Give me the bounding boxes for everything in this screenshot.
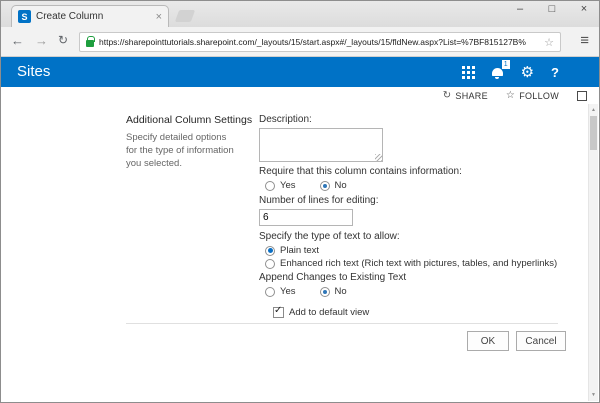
text-type-options: Plain text Enhanced rich text (Rich text… <box>265 245 571 269</box>
share-label: SHARE <box>455 91 488 101</box>
notifications-bell-icon[interactable]: 1 <box>492 66 504 78</box>
notification-badge: 1 <box>502 60 510 69</box>
header-icons: 1 ⚙ ? <box>462 57 559 87</box>
radio-selected-icon <box>320 287 330 297</box>
radio-option-plain-text[interactable]: Plain text <box>265 245 571 256</box>
radio-label: No <box>335 286 347 297</box>
window-controls: – □ × <box>513 3 591 15</box>
page-toolbar: ↻ SHARE ☆ FOLLOW <box>1 87 599 104</box>
settings-section-header: Additional Column Settings Specify detai… <box>126 114 256 170</box>
share-button[interactable]: ↻ SHARE <box>443 90 488 101</box>
url-text: https://sharepointtutorials.sharepoint.c… <box>99 37 539 47</box>
radio-option-require-yes[interactable]: Yes <box>265 180 296 191</box>
require-label: Require that this column contains inform… <box>259 166 571 178</box>
tab-close-icon[interactable]: × <box>156 11 162 23</box>
page-content: Additional Column Settings Specify detai… <box>1 104 588 402</box>
scrollbar[interactable]: ▲ ▼ <box>588 104 598 401</box>
description-textarea[interactable] <box>259 128 383 162</box>
radio-label: Enhanced rich text (Rich text with pictu… <box>280 258 557 269</box>
radio-option-append-no[interactable]: No <box>320 286 347 297</box>
radio-selected-icon <box>320 181 330 191</box>
lines-input[interactable] <box>259 209 353 226</box>
scrollbar-thumb[interactable] <box>590 116 597 150</box>
radio-icon <box>265 181 275 191</box>
browser-tab[interactable]: S Create Column × <box>11 5 169 27</box>
menu-icon[interactable]: ≡ <box>580 32 589 49</box>
browser-window: S Create Column × – □ × ← → ↻ https://sh… <box>0 0 600 403</box>
section-title: Additional Column Settings <box>126 114 256 126</box>
app-launcher-icon[interactable] <box>462 66 475 79</box>
gear-icon[interactable]: ⚙ <box>521 65 534 80</box>
section-description: Specify detailed options for the type of… <box>126 132 240 170</box>
bookmark-star-icon[interactable]: ☆ <box>544 36 554 49</box>
radio-label: Yes <box>280 180 296 191</box>
radio-icon <box>265 259 275 269</box>
back-button[interactable]: ← <box>11 33 24 48</box>
radio-selected-icon <box>265 246 275 256</box>
resize-grip-icon[interactable] <box>375 154 382 161</box>
forward-button[interactable]: → <box>35 33 48 48</box>
follow-label: FOLLOW <box>519 91 559 101</box>
sharepoint-header: Sites 1 ⚙ ? <box>1 57 599 87</box>
share-icon: ↻ <box>443 90 452 101</box>
settings-form: Description: Require that this column co… <box>259 114 571 323</box>
text-type-label: Specify the type of text to allow: <box>259 231 571 243</box>
follow-button[interactable]: ☆ FOLLOW <box>506 90 559 101</box>
new-tab-button[interactable] <box>175 10 195 22</box>
lock-icon <box>86 40 94 47</box>
focus-on-content-icon[interactable] <box>577 91 587 101</box>
checkmark-icon: ✓ <box>274 305 282 316</box>
refresh-button[interactable]: ↻ <box>58 33 68 47</box>
description-label: Description: <box>259 114 571 126</box>
radio-label: No <box>335 180 347 191</box>
site-title[interactable]: Sites <box>17 57 50 87</box>
lines-label: Number of lines for editing: <box>259 195 571 207</box>
radio-option-append-yes[interactable]: Yes <box>265 286 296 297</box>
append-options: Yes No <box>265 286 571 297</box>
bell-icon <box>492 68 503 76</box>
sharepoint-favicon-icon: S <box>18 10 31 23</box>
radio-option-enhanced-rich-text[interactable]: Enhanced rich text (Rich text with pictu… <box>265 258 571 269</box>
maximize-button[interactable]: □ <box>545 3 559 15</box>
radio-icon <box>265 287 275 297</box>
scroll-down-icon[interactable]: ▼ <box>589 392 598 398</box>
window-titlebar: S Create Column × – □ × <box>1 1 599 27</box>
help-icon[interactable]: ? <box>551 65 559 80</box>
require-options: Yes No <box>265 180 571 191</box>
minimize-button[interactable]: – <box>513 3 527 15</box>
tab-title: Create Column <box>36 11 151 22</box>
close-button[interactable]: × <box>577 3 591 15</box>
radio-label: Yes <box>280 286 296 297</box>
checkbox-label: Add to default view <box>289 307 369 318</box>
form-buttons: OK Cancel <box>467 331 566 351</box>
cancel-button[interactable]: Cancel <box>516 331 566 351</box>
radio-label: Plain text <box>280 245 319 256</box>
radio-option-require-no[interactable]: No <box>320 180 347 191</box>
scroll-up-icon[interactable]: ▲ <box>589 107 598 113</box>
address-bar[interactable]: https://sharepointtutorials.sharepoint.c… <box>79 32 561 52</box>
browser-navbar: ← → ↻ https://sharepointtutorials.sharep… <box>1 27 599 57</box>
add-to-default-view-checkbox[interactable]: ✓ Add to default view <box>273 307 369 318</box>
description-field-wrap <box>259 128 383 162</box>
ok-button[interactable]: OK <box>467 331 509 351</box>
checkbox-icon: ✓ <box>273 307 284 318</box>
append-label: Append Changes to Existing Text <box>259 272 571 284</box>
divider <box>126 323 558 324</box>
follow-star-icon: ☆ <box>506 90 515 101</box>
